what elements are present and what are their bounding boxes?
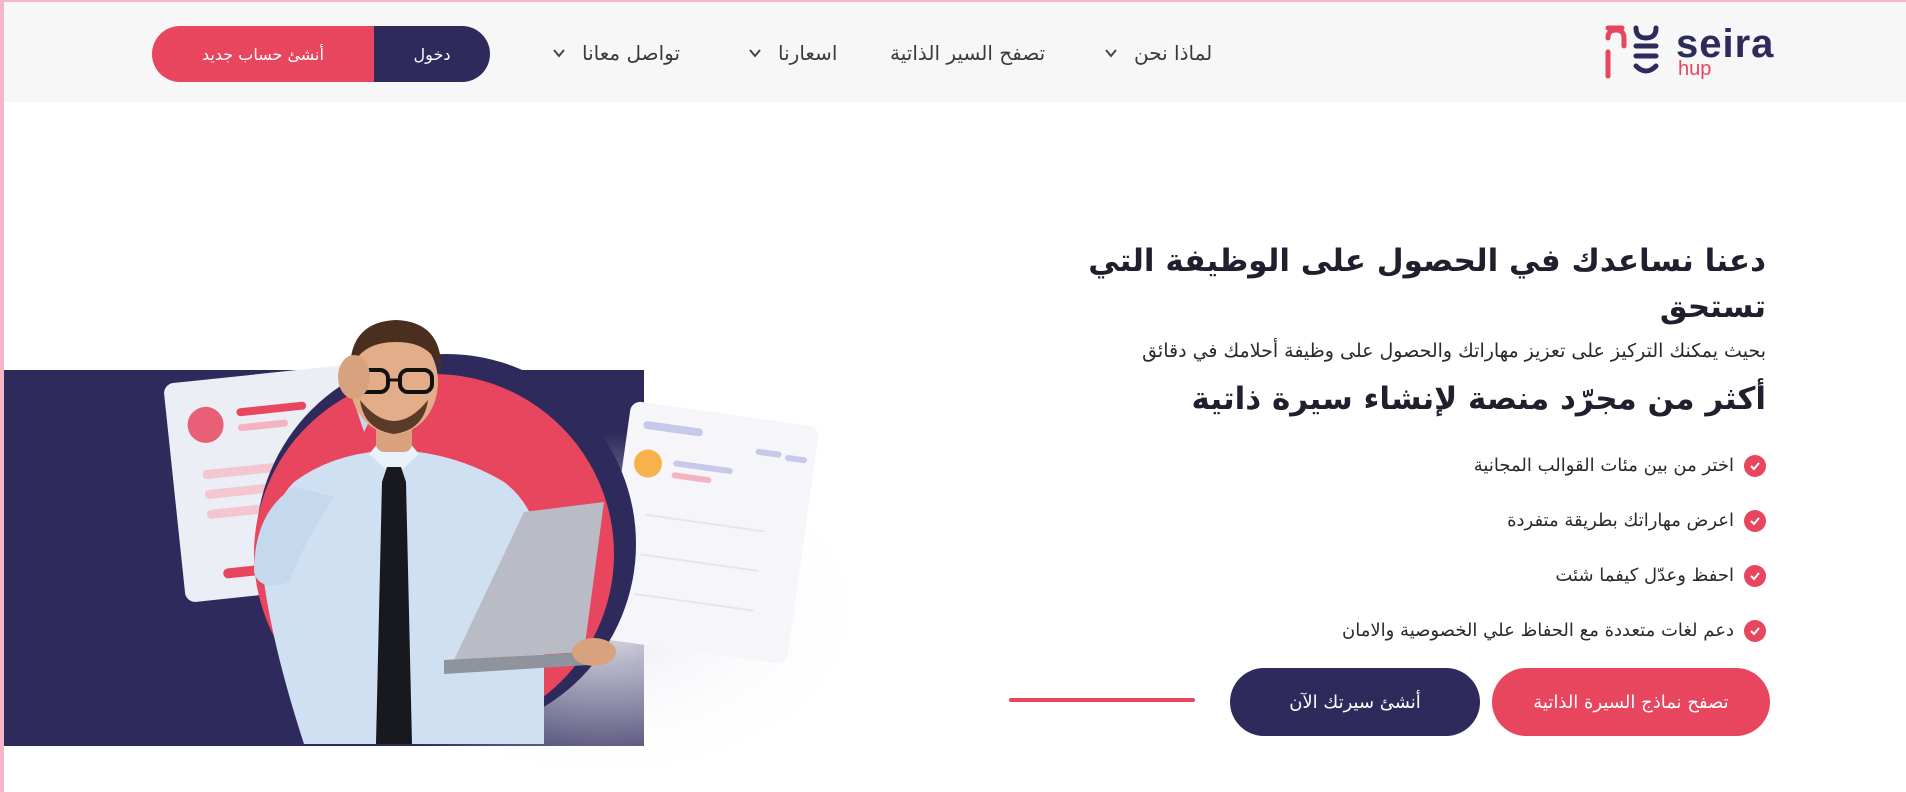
nav-item-label: تصفح السير الذاتية	[890, 41, 1046, 65]
decorative-line	[1009, 698, 1195, 702]
login-button[interactable]: دخول	[374, 26, 490, 82]
create-account-button[interactable]: أنشئ حساب جديد	[152, 26, 374, 82]
check-circle-icon	[1744, 564, 1766, 587]
feature-text: احفظ وعدّل كيفما شئت	[1555, 565, 1734, 586]
nav-item-label: اسعارنا	[778, 41, 838, 65]
feature-item: احفظ وعدّل كيفما شئت	[986, 548, 1766, 603]
check-circle-icon	[1744, 454, 1766, 477]
top-navbar: seira hup لماذا نحن تصفح السير الذاتية ا…	[4, 2, 1906, 102]
logo-subtitle: hup	[1678, 58, 1712, 80]
browse-templates-button[interactable]: تصفح نماذج السيرة الذاتية	[1492, 668, 1770, 736]
chevron-down-icon	[1105, 49, 1117, 58]
chevron-down-icon	[749, 49, 761, 58]
feature-text: اعرض مهاراتك بطريقة متفردة	[1507, 510, 1734, 531]
hero-subheadline: بحيث يمكنك التركيز على تعزيز مهاراتك وال…	[1142, 340, 1766, 362]
nav-item-label: تواصل معانا	[582, 41, 681, 65]
feature-item: دعم لغات متعددة مع الحفاظ علي الخصوصية و…	[986, 603, 1766, 658]
create-cv-now-button[interactable]: أنشئ سيرتك الآن	[1230, 668, 1480, 736]
chevron-down-icon	[553, 49, 565, 58]
nav-item-browse-cvs[interactable]: تصفح السير الذاتية	[890, 38, 1045, 68]
hero-illustration	[4, 320, 884, 792]
feature-text: دعم لغات متعددة مع الحفاظ علي الخصوصية و…	[1342, 620, 1734, 641]
auth-button-group: أنشئ حساب جديد دخول	[152, 26, 490, 82]
feature-item: اختر من بين مئات القوالب المجانية	[986, 438, 1766, 493]
nav-item-label: لماذا نحن	[1134, 41, 1213, 65]
logo-mark-icon	[1605, 25, 1659, 79]
nav-item-contact-us[interactable]: تواصل معانا	[552, 38, 680, 68]
feature-text: اختر من بين مئات القوالب المجانية	[1473, 455, 1734, 476]
nav-item-prices[interactable]: اسعارنا	[748, 38, 837, 68]
logo[interactable]: seira hup	[1600, 22, 1773, 84]
check-circle-icon	[1744, 509, 1766, 532]
hero-text-block: دعنا نساعدك في الحصول على الوظيفة التي ت…	[986, 238, 1766, 658]
feature-list: اختر من بين مئات القوالب المجانية اعرض م…	[986, 438, 1766, 658]
hero-title-secondary: أكثر من مجرّد منصة لإنشاء سيرة ذاتية	[1191, 381, 1766, 417]
check-circle-icon	[1744, 619, 1766, 642]
nav-item-why-us[interactable]: لماذا نحن	[1104, 38, 1212, 68]
hero-headline: دعنا نساعدك في الحصول على الوظيفة التي ت…	[1088, 243, 1766, 325]
feature-item: اعرض مهاراتك بطريقة متفردة	[986, 493, 1766, 548]
